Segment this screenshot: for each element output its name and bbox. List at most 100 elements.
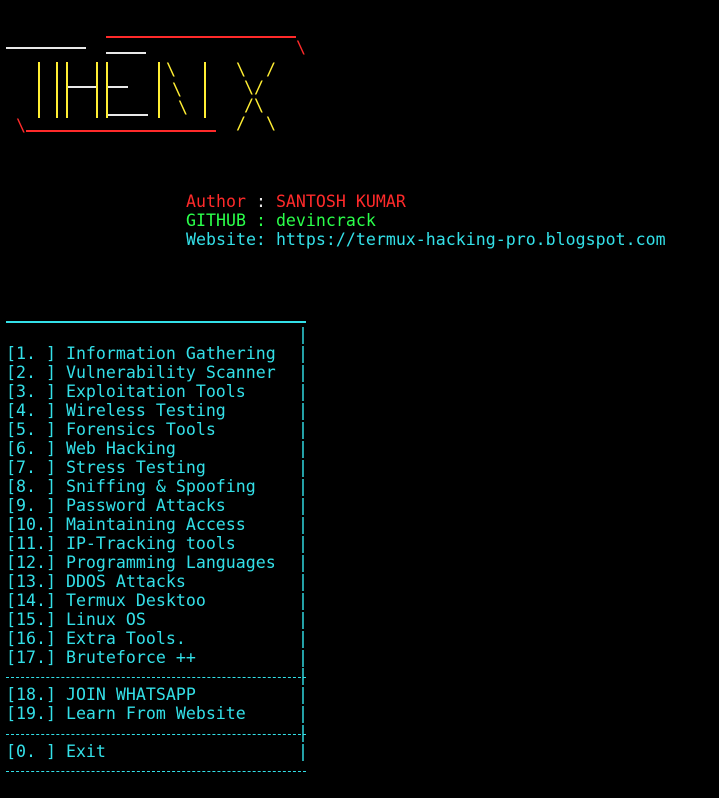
menu-edge: | — [298, 420, 308, 439]
menu-item-label: Termux Desktoo — [65, 591, 206, 610]
banner-letter-n-left — [158, 62, 160, 118]
menu-item-key: [15.] — [6, 610, 56, 629]
menu-item-label: Extra Tools. — [65, 629, 186, 648]
menu-item[interactable]: [2. ] Vulnerability Scanner | — [6, 363, 308, 382]
menu-item[interactable]: [7. ] Stress Testing | — [6, 458, 308, 477]
menu-item[interactable]: [6. ] Web Hacking | — [6, 439, 308, 458]
menu-top-edge: | — [298, 325, 308, 344]
menu-item-key: [8. ] — [6, 477, 56, 496]
menu-item-key: [0. ] — [6, 742, 56, 761]
github-sep: : — [245, 211, 276, 230]
menu-edge: | — [298, 477, 308, 496]
menu-item[interactable]: [1. ] Information Gathering | — [6, 344, 308, 363]
author-line: Author : SANTOSH KUMAR — [186, 192, 406, 211]
menu-item[interactable]: [15.] Linux OS | — [6, 610, 308, 629]
menu-item[interactable]: [13.] DDOS Attacks | — [6, 572, 308, 591]
banner-underline-left — [6, 47, 86, 49]
github-line: GITHUB : devincrack — [186, 211, 376, 230]
menu-edge: | — [298, 572, 308, 591]
menu-item-label: Learn From Website — [65, 704, 246, 723]
menu-divider-2-edge: | — [298, 723, 308, 742]
menu-item-label: Web Hacking — [65, 439, 176, 458]
menu-edge: | — [298, 629, 308, 648]
menu-edge: | — [298, 401, 308, 420]
banner-frame-top — [106, 36, 296, 38]
banner-letter-n-diag-1: \ — [166, 60, 176, 79]
banner-letter-e-stem — [106, 62, 108, 118]
menu-item[interactable]: [3. ] Exploitation Tools | — [6, 382, 308, 401]
menu-item[interactable]: [17.] Bruteforce ++ | — [6, 648, 308, 667]
menu-item-key: [4. ] — [6, 401, 56, 420]
menu-item-key: [12.] — [6, 553, 56, 572]
menu-item-key: [17.] — [6, 648, 56, 667]
menu-item[interactable]: [10.] Maintaining Access | — [6, 515, 308, 534]
menu-edge: | — [298, 648, 308, 667]
menu-item-key: [6. ] — [6, 439, 56, 458]
banner-letter-n-diag-2: \ — [172, 80, 182, 99]
menu-item-key: [11.] — [6, 534, 56, 553]
menu-item-key: [3. ] — [6, 382, 56, 401]
menu-edge: | — [298, 496, 308, 515]
menu-item-label: Vulnerability Scanner — [65, 363, 276, 382]
menu-edge: | — [298, 363, 308, 382]
menu-item-label: Password Attacks — [65, 496, 226, 515]
website-link[interactable]: https://termux-hacking-pro.blogspot.com — [276, 230, 666, 249]
menu-item[interactable]: [9. ] Password Attacks | — [6, 496, 308, 515]
menu-edge: | — [298, 610, 308, 629]
menu-item[interactable]: [12.] Programming Languages | — [6, 553, 308, 572]
menu-item[interactable]: [4. ] Wireless Testing | — [6, 401, 308, 420]
menu-edge: | — [298, 704, 308, 723]
website-label: Website: — [186, 230, 266, 249]
menu-item-label: Maintaining Access — [65, 515, 246, 534]
terminal-window: \ \ \ \ \ \ / \/ /\ / \ Author : SANTOSH… — [0, 0, 719, 798]
menu-edge: | — [298, 553, 308, 572]
menu-item-key: [7. ] — [6, 458, 56, 477]
menu-item-key: [5. ] — [6, 420, 56, 439]
menu-item-key: [14.] — [6, 591, 56, 610]
menu-edge: | — [298, 591, 308, 610]
menu-item-key: [10.] — [6, 515, 56, 534]
menu-item-label: DDOS Attacks — [65, 572, 186, 591]
github-value: devincrack — [275, 211, 376, 230]
banner-letter-t-stem-b — [56, 62, 58, 118]
menu-item-key: [18.] — [6, 685, 56, 704]
menu-top-border — [6, 321, 306, 323]
menu-item-label: Sniffing & Spoofing — [65, 477, 256, 496]
banner-letter-h-left — [66, 62, 68, 118]
menu-edge: | — [298, 458, 308, 477]
banner-letter-h-cross — [68, 86, 96, 88]
banner-letter-n-right — [204, 62, 206, 118]
menu-item-label: Stress Testing — [65, 458, 206, 477]
banner-letter-e-mid — [108, 86, 128, 88]
banner-frame-bottom — [26, 130, 216, 132]
website-line: Website: https://termux-hacking-pro.blog… — [186, 230, 666, 249]
menu-item-label: JOIN WHATSAPP — [65, 685, 196, 704]
menu-item-exit[interactable]: [0. ] Exit | — [6, 742, 308, 761]
menu-item-label: Linux OS — [65, 610, 146, 629]
menu-edge: | — [298, 344, 308, 363]
banner-frame-bottom-slash: \ — [16, 116, 26, 135]
menu-item-label: Exploitation Tools — [65, 382, 246, 401]
menu-item[interactable]: [18.] JOIN WHATSAPP | — [6, 685, 308, 704]
banner-letter-n-diag-3: \ — [178, 98, 188, 117]
menu-item-key: [9. ] — [6, 496, 56, 515]
banner-letter-h-right — [96, 62, 98, 118]
menu-item[interactable]: [14.] Termux Desktoo | — [6, 591, 308, 610]
banner-letter-e-bottom — [108, 114, 148, 116]
menu-edge: | — [298, 382, 308, 401]
menu-item-label: Bruteforce ++ — [65, 648, 196, 667]
author-sep: : — [245, 192, 276, 211]
menu-item[interactable]: [8. ] Sniffing & Spoofing | — [6, 477, 308, 496]
banner-frame-top-slash: \ — [296, 38, 306, 57]
menu-item-key: [2. ] — [6, 363, 56, 382]
menu-item[interactable]: [19.] Learn From Website | — [6, 704, 308, 723]
github-label: GITHUB — [186, 211, 246, 230]
menu-item-key: [1. ] — [6, 344, 56, 363]
menu-item[interactable]: [5. ] Forensics Tools | — [6, 420, 308, 439]
menu-item[interactable]: [11.] IP-Tracking tools | — [6, 534, 308, 553]
menu-edge: | — [298, 685, 308, 704]
menu-edge: | — [298, 439, 308, 458]
menu-item-label: Exit — [65, 742, 106, 761]
author-value: SANTOSH KUMAR — [275, 192, 406, 211]
menu-item[interactable]: [16.] Extra Tools. | — [6, 629, 308, 648]
